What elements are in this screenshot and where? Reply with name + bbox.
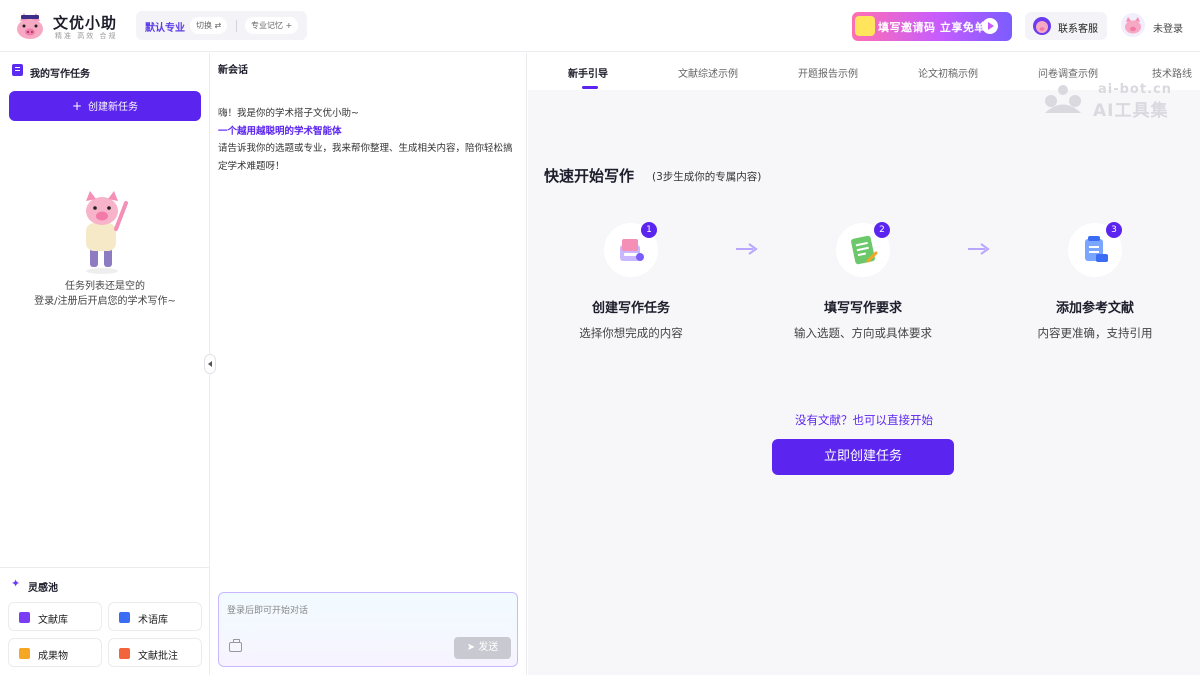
term-icon: [119, 612, 130, 623]
major-label: 默认专业: [145, 23, 185, 34]
step-title: 填写写作要求: [823, 301, 902, 316]
step-desc: 内容更准确，支持引用: [1037, 326, 1153, 340]
tool-terminology-library[interactable]: 术语库: [108, 602, 202, 631]
create-task-now-button[interactable]: 立即创建任务: [772, 439, 954, 475]
task-list-icon: [12, 64, 23, 76]
active-tab-indicator: [582, 86, 598, 89]
tab-guide[interactable]: 新手引导: [568, 65, 608, 80]
major-selector: 默认专业 切换 ⇄ 专业记忆 +: [136, 11, 307, 40]
watermark-logo-icon: [1045, 85, 1081, 113]
greeting-line: 请告诉我你的选题或专业，我来帮你整理、生成相关内容，陪你轻松搞定学术难题呀！: [218, 143, 513, 172]
briefcase-icon[interactable]: [229, 639, 242, 652]
app-root: 文优小助 精准 高效 合规 默认专业 切换 ⇄ 专业记忆 + 填写邀请码 立享免…: [0, 0, 1200, 675]
pig-logo-icon: [17, 13, 43, 39]
watermark: ai-bot.cn AI工具集: [1036, 82, 1196, 121]
service-avatar-icon: [1033, 17, 1051, 35]
annotation-icon: [119, 648, 130, 659]
step-number-badge: 1: [641, 222, 657, 238]
step-title: 创建写作任务: [591, 301, 670, 316]
tool-label: 文献库: [38, 615, 68, 626]
divider: [236, 20, 237, 32]
play-icon: [982, 18, 998, 34]
empty-list-hint: 登录/注册后开启您的学术写作~: [34, 296, 176, 307]
tool-label: 成果物: [38, 651, 68, 662]
contact-service-label: 联系客服: [1058, 24, 1098, 35]
empty-pig-illustration-icon: [86, 191, 128, 274]
gift-icon: [855, 16, 875, 36]
send-button[interactable]: ➤ 发送: [454, 637, 511, 659]
send-icon: ➤: [466, 642, 479, 653]
step-title: 添加参考文献: [1055, 301, 1134, 316]
tab-questionnaire[interactable]: 问卷调查示例: [1038, 65, 1098, 80]
tool-literature-library[interactable]: 文献库: [8, 602, 102, 631]
chat-title: 新会话: [218, 65, 248, 76]
watermark-name: AI工具集: [1093, 101, 1169, 121]
invite-banner-text: 填写邀请码 立享免单: [878, 21, 986, 34]
login-status[interactable]: 未登录: [1153, 20, 1183, 35]
tab-literature-review[interactable]: 文献综述示例: [678, 65, 738, 80]
tool-label: 文献批注: [138, 651, 178, 662]
sparkle-icon: ✦: [11, 577, 21, 590]
empty-list-text: 任务列表还是空的: [65, 281, 145, 292]
quick-start-title: 快速开始写作: [544, 167, 635, 185]
chat-input-placeholder: 登录后即可开始对话: [227, 606, 309, 616]
divider: [0, 567, 210, 568]
tool-outputs[interactable]: 成果物: [8, 638, 102, 667]
invite-code-banner[interactable]: 填写邀请码 立享免单: [852, 12, 1012, 41]
greeting-highlight: 一个越用越聪明的学术智能体: [218, 125, 342, 137]
step-desc: 选择你想完成的内容: [579, 326, 683, 340]
folder-icon: [19, 648, 30, 659]
step-desc: 输入选题、方向或具体要求: [794, 326, 932, 340]
plus-icon: +: [71, 99, 83, 113]
sidebar-title: 我的写作任务: [30, 69, 90, 80]
tool-literature-annotation[interactable]: 文献批注: [108, 638, 202, 667]
tab-draft[interactable]: 论文初稿示例: [918, 65, 978, 80]
switch-major-button[interactable]: 切换 ⇄: [190, 17, 228, 34]
create-task-button[interactable]: + 创建新任务: [9, 91, 201, 121]
arrow-right-icon: [736, 243, 758, 255]
contact-service-button[interactable]: 联系客服: [1025, 12, 1107, 40]
major-memory-button[interactable]: 专业记忆 +: [245, 17, 299, 34]
inspiration-title: 灵感池: [28, 583, 58, 594]
collapse-sidebar-toggle[interactable]: [204, 354, 216, 374]
chat-panel: 新会话 嗨！我是你的学术搭子文优小助~ 一个越用越聪明的学术智能体 请告诉我你的…: [211, 53, 527, 675]
tab-proposal[interactable]: 开题报告示例: [798, 65, 858, 80]
tool-label: 术语库: [138, 615, 168, 626]
step-number-badge: 3: [1106, 222, 1122, 238]
greeting-line: 嗨！我是你的学术搭子文优小助~: [218, 108, 359, 119]
task-sidebar: 我的写作任务 + 创建新任务 任务列表还是空的 登录/注册后开启您的学术写作~ ✦…: [0, 53, 210, 675]
guide-panel: 新手引导 文献综述示例 开题报告示例 论文初稿示例 问卷调查示例 技术路线 ai…: [528, 53, 1200, 675]
arrow-right-icon: [968, 243, 990, 255]
brand-subtitle: 精准 高效 合规: [55, 32, 118, 40]
brand-title: 文优小助: [53, 14, 118, 32]
no-reference-hint: 没有文献？也可以直接开始: [795, 413, 933, 427]
top-header: 文优小助 精准 高效 合规 默认专业 切换 ⇄ 专业记忆 + 填写邀请码 立享免…: [0, 0, 1200, 52]
quick-start-subtitle: (3步生成你的专属内容): [652, 171, 762, 183]
create-task-label: 创建新任务: [88, 102, 139, 113]
watermark-url: ai-bot.cn: [1098, 82, 1172, 97]
send-label: 发送: [478, 642, 499, 653]
step-number-badge: 2: [874, 222, 890, 238]
chat-input-box[interactable]: 登录后即可开始对话 ➤ 发送: [218, 592, 518, 667]
user-avatar-icon[interactable]: [1121, 13, 1145, 37]
book-icon: [19, 612, 30, 623]
assistant-greeting: 嗨！我是你的学术搭子文优小助~ 一个越用越聪明的学术智能体 请告诉我你的选题或专…: [218, 105, 518, 175]
tab-tech-route[interactable]: 技术路线: [1152, 65, 1192, 80]
